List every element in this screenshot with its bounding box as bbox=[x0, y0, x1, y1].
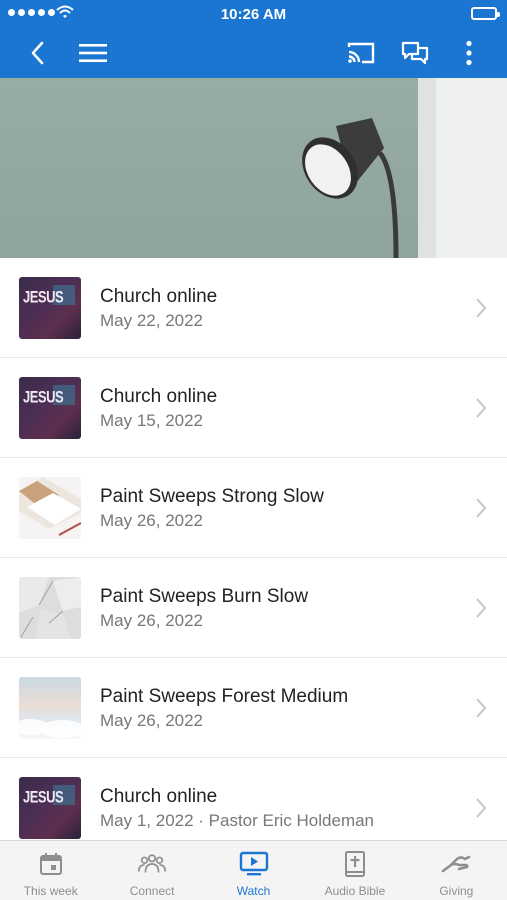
thumbnail-jesus: JESUS bbox=[19, 777, 81, 839]
chevron-left-icon bbox=[31, 41, 44, 65]
list-item[interactable]: JESUS Church online May 22, 2022 bbox=[0, 258, 507, 358]
media-list: JESUS Church online May 22, 2022 JESUS C… bbox=[0, 258, 507, 858]
tab-label: This week bbox=[23, 884, 78, 898]
lamp-illustration bbox=[0, 78, 507, 258]
item-date: May 26, 2022 bbox=[100, 511, 204, 530]
chevron-right-icon bbox=[476, 798, 487, 818]
list-item[interactable]: Paint Sweeps Burn Slow May 26, 2022 bbox=[0, 558, 507, 658]
thumbnail-jesus: JESUS bbox=[19, 377, 81, 439]
item-title: Paint Sweeps Forest Medium bbox=[100, 686, 349, 707]
back-button[interactable] bbox=[20, 36, 56, 70]
chevron-right-icon bbox=[476, 598, 487, 618]
tab-this-week[interactable]: This week bbox=[0, 841, 101, 900]
item-date: May 26, 2022 bbox=[100, 711, 204, 730]
item-title: Church online bbox=[100, 386, 218, 407]
calendar-icon bbox=[36, 850, 66, 878]
item-title: Paint Sweeps Strong Slow bbox=[100, 486, 324, 507]
tv-play-icon bbox=[239, 850, 269, 878]
people-icon bbox=[137, 850, 167, 878]
thumbnail-jesus: JESUS bbox=[19, 277, 81, 339]
tab-connect[interactable]: Connect bbox=[101, 841, 202, 900]
chevron-right-icon bbox=[476, 698, 487, 718]
tab-bar: This week Connect Watch Audio Bible Givi… bbox=[0, 840, 507, 900]
status-bar: 10:26 AM bbox=[0, 0, 507, 28]
tab-watch[interactable]: Watch bbox=[203, 841, 304, 900]
cast-button[interactable] bbox=[343, 36, 379, 70]
thumbnail-clouds bbox=[19, 677, 81, 739]
item-title: Church online bbox=[100, 786, 218, 807]
chevron-right-icon bbox=[476, 298, 487, 318]
hamburger-icon bbox=[79, 44, 107, 62]
item-date: May 22, 2022 bbox=[100, 311, 204, 330]
cast-icon bbox=[347, 42, 375, 64]
item-date: May 26, 2022 bbox=[100, 611, 204, 630]
giving-hand-icon bbox=[441, 850, 471, 878]
item-title: Paint Sweeps Burn Slow bbox=[100, 586, 309, 607]
chevron-right-icon bbox=[476, 398, 487, 418]
chat-button[interactable] bbox=[397, 36, 433, 70]
hero-image bbox=[0, 78, 507, 258]
list-item[interactable]: Paint Sweeps Strong Slow May 26, 2022 bbox=[0, 458, 507, 558]
more-button[interactable] bbox=[451, 36, 487, 70]
tab-giving[interactable]: Giving bbox=[406, 841, 507, 900]
tab-label: Audio Bible bbox=[324, 884, 386, 898]
thumbnail-swatch bbox=[19, 477, 81, 539]
menu-button[interactable] bbox=[75, 36, 111, 70]
list-item[interactable]: JESUS Church online May 15, 2022 bbox=[0, 358, 507, 458]
kebab-icon bbox=[466, 40, 472, 66]
item-date: May 1, 2022 · Pastor Eric Holdeman bbox=[100, 811, 375, 830]
thumbnail-shards bbox=[19, 577, 81, 639]
chat-icon bbox=[401, 41, 429, 65]
tab-label: Giving bbox=[439, 884, 474, 898]
tab-audio-bible[interactable]: Audio Bible bbox=[304, 841, 405, 900]
item-date: May 15, 2022 bbox=[100, 411, 204, 430]
bible-icon bbox=[340, 850, 370, 878]
list-item[interactable]: Paint Sweeps Forest Medium May 26, 2022 bbox=[0, 658, 507, 758]
chevron-right-icon bbox=[476, 498, 487, 518]
tab-label: Connect bbox=[129, 884, 175, 898]
item-title: Church online bbox=[100, 286, 218, 307]
battery-icon bbox=[471, 7, 500, 20]
navigation-bar bbox=[0, 28, 507, 78]
status-time: 10:26 AM bbox=[220, 6, 287, 23]
tab-label: Watch bbox=[236, 884, 271, 898]
